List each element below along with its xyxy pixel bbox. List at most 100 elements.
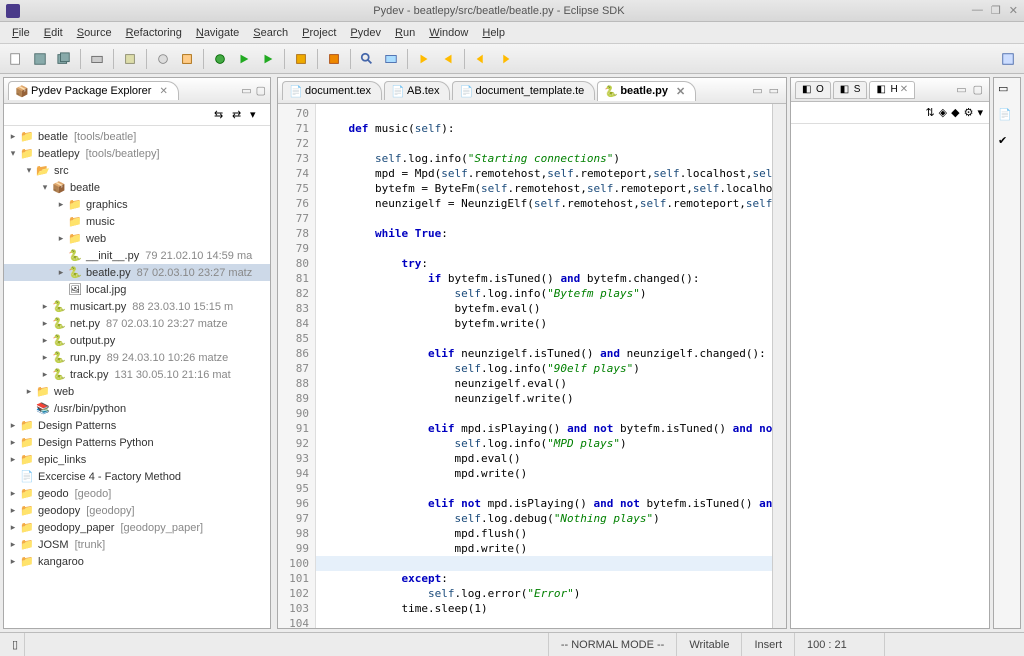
right-tab-h[interactable]: ◧H ✕ [869, 81, 915, 99]
restore-icon[interactable]: ▭ [998, 82, 1016, 100]
tree-item[interactable]: ▸📁beatle[tools/beatle] [4, 128, 270, 145]
next-annotation-button[interactable] [414, 49, 434, 69]
tree-item[interactable]: ▸🐍beatle.py87 02.03.10 23:27 matz [4, 264, 270, 281]
tree-item[interactable]: 📁music [4, 213, 270, 230]
sort-icon[interactable]: ⇅ [925, 106, 934, 119]
new-package-button[interactable] [177, 49, 197, 69]
menu-refactoring[interactable]: Refactoring [120, 25, 188, 41]
status-icon: ▯ [0, 633, 24, 656]
cheat-sheet-icon[interactable]: 📄 [998, 108, 1016, 126]
package-explorer-view: 📦 Pydev Package Explorer ✕ ▭ ▢ ⇆ ⇄ ▾ ▸📁b… [3, 77, 271, 629]
menu-file[interactable]: File [6, 25, 36, 41]
skip-breakpoint-button[interactable] [324, 49, 344, 69]
right-tab-s[interactable]: ◧S [833, 81, 868, 99]
menu-source[interactable]: Source [71, 25, 118, 41]
tree-item[interactable]: ▸🐍net.py87 02.03.10 23:27 matze [4, 315, 270, 332]
menu-bar: FileEditSourceRefactoringNavigateSearchP… [0, 22, 1024, 44]
right-tab-o[interactable]: ◧O [795, 81, 831, 99]
todo-icon[interactable]: ✔ [998, 134, 1016, 152]
minimize-view-icon[interactable]: ▭ [241, 84, 251, 97]
tree-item[interactable]: ▾📦beatle [4, 179, 270, 196]
debug-button[interactable] [210, 49, 230, 69]
editor-body: 70 71 72 73 74 75 76 77 78 79 80 81 82 8… [278, 104, 786, 628]
print-button[interactable] [87, 49, 107, 69]
run-button[interactable] [234, 49, 254, 69]
tree-item[interactable]: 🐍__init__.py79 21.02.10 14:59 ma [4, 247, 270, 264]
tree-item[interactable]: ▸📁epic_links [4, 451, 270, 468]
tree-item[interactable]: 📄Excercise 4 - Factory Method [4, 468, 270, 485]
tree-item[interactable]: ▸📁geodopy_paper[geodopy_paper] [4, 519, 270, 536]
status-writable: Writable [676, 633, 741, 656]
menu-project[interactable]: Project [296, 25, 342, 41]
collapse-all-icon[interactable]: ⇆ [214, 108, 228, 122]
annotate-button[interactable] [381, 49, 401, 69]
tree-item[interactable]: ▸🐍track.py131 30.05.10 21:16 mat [4, 366, 270, 383]
menu-run[interactable]: Run [389, 25, 421, 41]
package-explorer-icon: 📦 [15, 85, 27, 97]
tree-item[interactable]: ▾📂src [4, 162, 270, 179]
menu-edit[interactable]: Edit [38, 25, 69, 41]
view-menu-icon[interactable]: ▾ [977, 106, 983, 119]
tree-item[interactable]: 📚/usr/bin/python [4, 400, 270, 417]
maximize-editor-icon[interactable]: ▭ [769, 84, 779, 97]
back-button[interactable] [471, 49, 491, 69]
coverage-button[interactable] [291, 49, 311, 69]
open-perspective-button[interactable] [998, 49, 1018, 69]
minimize-right-icon[interactable]: ▭ [956, 83, 966, 96]
menu-search[interactable]: Search [247, 25, 294, 41]
tree-item[interactable]: ▾📁beatlepy[tools/beatlepy] [4, 145, 270, 162]
tree-item[interactable]: ▸🐍musicart.py88 23.03.10 15:15 m [4, 298, 270, 315]
package-tree[interactable]: ▸📁beatle[tools/beatle]▾📁beatlepy[tools/b… [4, 126, 270, 628]
filter-icon[interactable]: ⚙ [964, 106, 974, 119]
tree-item[interactable]: ▸📁graphics [4, 196, 270, 213]
editor-tab[interactable]: 📄AB.tex [384, 81, 450, 100]
outline-body [791, 124, 989, 628]
menu-pydev[interactable]: Pydev [344, 25, 387, 41]
tree-item[interactable]: ▸🐍run.py89 24.03.10 10:26 matze [4, 349, 270, 366]
link-editor-icon[interactable]: ⇄ [232, 108, 246, 122]
tree-item[interactable]: ▸📁kangaroo [4, 553, 270, 570]
package-explorer-tab[interactable]: 📦 Pydev Package Explorer ✕ [8, 81, 179, 100]
run-last-button[interactable] [258, 49, 278, 69]
line-gutter: 70 71 72 73 74 75 76 77 78 79 80 81 82 8… [278, 104, 316, 628]
editor-tab[interactable]: 🐍beatle.py✕ [597, 81, 696, 101]
hide-static-icon[interactable]: ◆ [951, 106, 959, 119]
new-button[interactable] [6, 49, 26, 69]
tree-item[interactable]: ▸📁Design Patterns Python [4, 434, 270, 451]
vertical-scrollbar[interactable] [772, 104, 786, 628]
close-view-icon[interactable]: ✕ [159, 86, 167, 97]
tree-item[interactable]: ▸📁geodo[geodo] [4, 485, 270, 502]
view-menu-icon[interactable]: ▾ [250, 108, 264, 122]
tree-item[interactable]: ▸📁web [4, 230, 270, 247]
close-icon[interactable]: ✕ [1009, 4, 1018, 17]
maximize-right-icon[interactable]: ▢ [973, 83, 983, 96]
editor-tab[interactable]: 📄document_template.te [452, 81, 595, 100]
menu-window[interactable]: Window [423, 25, 474, 41]
status-message [24, 633, 548, 656]
status-insert: Insert [741, 633, 794, 656]
prev-annotation-button[interactable] [438, 49, 458, 69]
new-module-button[interactable] [153, 49, 173, 69]
tree-item[interactable]: ▸📁geodopy[geodopy] [4, 502, 270, 519]
maximize-view-icon[interactable]: ▢ [256, 84, 266, 97]
tree-item[interactable]: ▸📁web [4, 383, 270, 400]
right-trim: ▭ 📄 ✔ [993, 77, 1021, 629]
maximize-icon[interactable]: ❐ [991, 4, 1001, 17]
tree-item[interactable]: ▸📁Design Patterns [4, 417, 270, 434]
menu-help[interactable]: Help [476, 25, 511, 41]
save-all-button[interactable] [54, 49, 74, 69]
tree-item[interactable]: 🖼local.jpg [4, 281, 270, 298]
forward-button[interactable] [495, 49, 515, 69]
build-button[interactable] [120, 49, 140, 69]
tree-item[interactable]: ▸🐍output.py [4, 332, 270, 349]
minimize-icon[interactable]: — [972, 4, 983, 17]
search-button[interactable] [357, 49, 377, 69]
right-stack: ◧O◧S◧H ✕ ▭ ▢ ⇅ ◈ ◆ ⚙ ▾ [790, 77, 990, 629]
save-button[interactable] [30, 49, 50, 69]
tree-item[interactable]: ▸📁JOSM[trunk] [4, 536, 270, 553]
code-editor[interactable]: def music(self): self.log.info("Starting… [316, 104, 772, 628]
minimize-editor-icon[interactable]: ▭ [752, 84, 762, 97]
hide-fields-icon[interactable]: ◈ [939, 106, 947, 119]
editor-tab[interactable]: 📄document.tex [282, 81, 382, 100]
menu-navigate[interactable]: Navigate [190, 25, 245, 41]
